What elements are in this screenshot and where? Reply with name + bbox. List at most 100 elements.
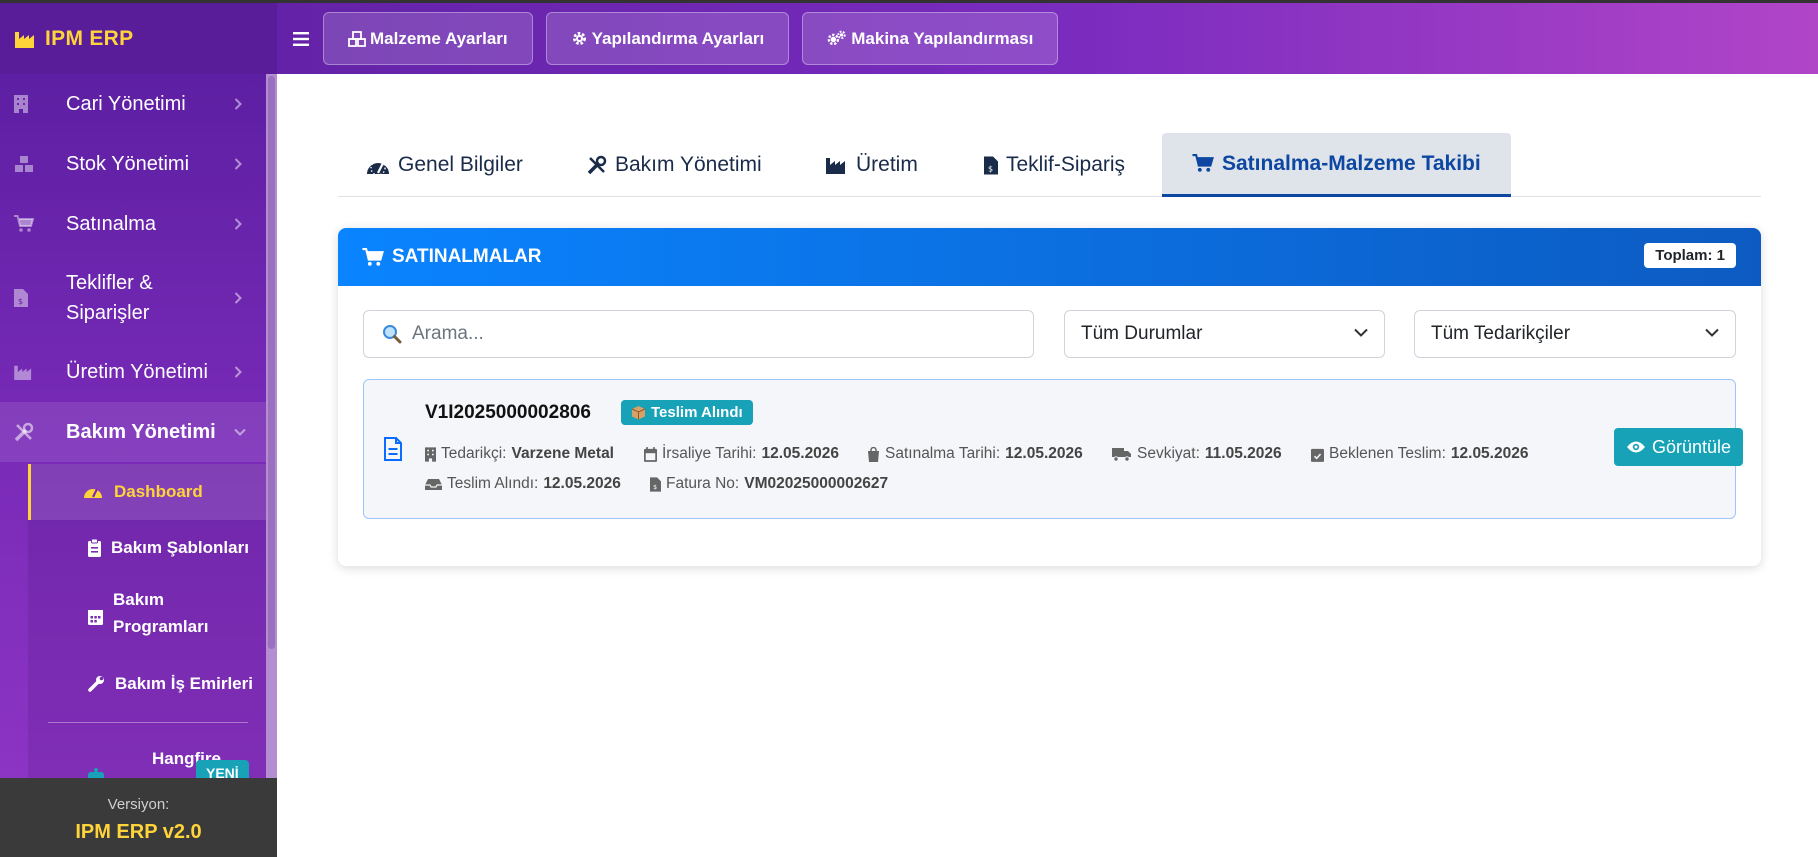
total-badge: Toplam: 1: [1644, 243, 1736, 268]
clipboard-icon: [88, 539, 101, 557]
sidebar-item-cari[interactable]: Cari Yönetimi: [0, 74, 266, 134]
chevron-right-icon: [234, 292, 242, 304]
chevron-down-icon: [1705, 328, 1719, 337]
tab-teklif-siparis[interactable]: $ Teklif-Sipariş: [984, 133, 1125, 197]
sidebar-scroll-thumb[interactable]: [268, 76, 275, 649]
version-label: Versiyon:: [107, 796, 170, 813]
purchase-date-value: 12.05.2026: [1005, 445, 1083, 462]
sidebar-subitem-programlar[interactable]: Bakım Programları: [28, 576, 266, 656]
tools-icon: [14, 422, 34, 442]
received-label: Teslim Alındı:: [447, 475, 539, 492]
sidebar-subitem-is-emirleri[interactable]: Bakım İş Emirleri: [28, 656, 266, 712]
industry-icon: [14, 364, 34, 380]
eye-icon: [1626, 440, 1646, 454]
menu-toggle-icon[interactable]: [281, 31, 321, 46]
status-label: Teslim Alındı: [651, 404, 743, 421]
purchase-list-item[interactable]: V1I2025000002806 Teslim Alındı Tedarikçi…: [363, 379, 1744, 519]
brand-logo[interactable]: IPM ERP: [0, 3, 277, 74]
sidebar-subitem-label: Bakım: [113, 590, 165, 609]
sidebar-item-teklifler[interactable]: $ Teklifler & Siparişler: [0, 254, 266, 342]
tab-satinalma-malzeme-takibi[interactable]: Satınalma-Malzeme Takibi: [1162, 133, 1511, 197]
cart-icon: [362, 247, 384, 267]
configuration-settings-button[interactable]: Yapılandırma Ayarları: [545, 12, 790, 65]
sidebar-subitem-label: Dashboard: [114, 482, 203, 501]
view-button-label: Görüntüle: [1652, 436, 1732, 457]
calendar-check-icon: [1311, 447, 1324, 462]
tab-bar: Genel Bilgiler Bakım Yönetimi Üretim $ T…: [338, 133, 1761, 197]
industry-icon: [15, 30, 37, 48]
svg-text:$: $: [988, 164, 993, 173]
cubes-icon: [348, 30, 366, 47]
tab-label: Teklif-Sipariş: [1006, 153, 1126, 176]
material-settings-label: Malzeme Ayarları: [370, 28, 508, 48]
material-settings-button[interactable]: Malzeme Ayarları: [323, 12, 533, 65]
sidebar-subitem-dashboard[interactable]: Dashboard: [28, 464, 266, 520]
card-header: SATINALMALAR Toplam: 1: [338, 228, 1761, 286]
svg-text:$: $: [653, 484, 657, 491]
sidebar-item-uretim[interactable]: Üretim Yönetimi: [0, 342, 266, 402]
sidebar-item-label: Teklifler &: [66, 272, 153, 294]
sidebar-item-label-line2: Siparişler: [66, 302, 150, 324]
sidebar-item-label: Üretim Yönetimi: [66, 361, 208, 383]
calendar-icon: [88, 608, 103, 625]
invoice-icon: $: [984, 156, 998, 175]
top-navbar: IPM ERP Malzeme Ayarları Yapılandırma Ay…: [0, 3, 1818, 74]
machine-configuration-label: Makina Yapılandırması: [851, 28, 1034, 48]
expected-delivery-field: Beklenen Teslim: 12.05.2026: [1311, 445, 1528, 463]
supplier-filter-value: Tüm Tedarikçiler: [1431, 323, 1571, 344]
brand-name: IPM ERP: [45, 26, 134, 50]
sidebar-subitem-label: Bakım Şablonları: [111, 538, 249, 557]
chevron-down-icon: [1354, 328, 1368, 337]
calendar-icon: [644, 446, 657, 462]
sidebar-item-bakim[interactable]: Bakım Yönetimi: [0, 402, 266, 462]
robot-icon: [86, 768, 106, 778]
irsaliye-label: İrsaliye Tarihi:: [662, 445, 757, 462]
sidebar-subitem-sablonlar[interactable]: Bakım Şablonları: [28, 520, 266, 576]
wrench-icon: [88, 675, 105, 692]
tab-uretim[interactable]: Üretim: [826, 133, 918, 197]
version-footer: Versiyon: IPM ERP v2.0: [0, 778, 277, 857]
sidebar-subitem-label: Bakım İş Emirleri: [115, 674, 253, 693]
received-value: 12.05.2026: [543, 475, 621, 492]
tab-label: Satınalma-Malzeme Takibi: [1222, 151, 1481, 175]
shipment-label: Sevkiyat:: [1137, 445, 1200, 462]
supplier-label: Tedarikçi:: [441, 445, 507, 462]
irsaliye-date-field: İrsaliye Tarihi: 12.05.2026: [644, 445, 839, 463]
purchase-date-field: Satınalma Tarihi: 12.05.2026: [867, 445, 1083, 463]
machine-configuration-button[interactable]: Makina Yapılandırması: [802, 12, 1059, 65]
sidebar-subitem-label-line2: Programları: [113, 617, 209, 636]
sidebar-item-stok[interactable]: Stok Yönetimi: [0, 134, 266, 194]
gear-icon: [571, 30, 588, 47]
invoice-number-field: $ Fatura No: VM02025000002627: [650, 475, 888, 493]
tab-label: Bakım Yönetimi: [615, 153, 762, 176]
tab-label: Üretim: [856, 153, 918, 176]
search-icon: [382, 324, 402, 344]
supplier-filter-select[interactable]: Tüm Tedarikçiler: [1414, 310, 1736, 358]
building-icon: [425, 446, 436, 462]
search-input[interactable]: Arama...: [363, 310, 1034, 358]
svg-text:$: $: [18, 297, 23, 306]
tools-icon: [587, 155, 607, 175]
view-button[interactable]: Görüntüle: [1614, 428, 1744, 466]
expected-delivery-value: 12.05.2026: [1450, 445, 1529, 462]
status-filter-value: Tüm Durumlar: [1081, 323, 1203, 344]
search-placeholder: Arama...: [412, 323, 484, 344]
tab-label: Genel Bilgiler: [398, 153, 523, 176]
purchase-code: V1I2025000002806: [425, 402, 591, 423]
tab-genel-bilgiler[interactable]: Genel Bilgiler: [366, 133, 523, 197]
chevron-down-icon: [234, 428, 246, 436]
tachometer-icon: [83, 483, 103, 499]
sidebar-item-label: Satınalma: [66, 213, 157, 235]
chevron-right-icon: [234, 218, 242, 230]
received-field: Teslim Alındı: 12.05.2026: [425, 475, 621, 493]
expected-delivery-label: Beklenen Teslim:: [1329, 445, 1446, 462]
truck-icon: [1112, 447, 1132, 462]
sidebar-divider: [48, 722, 248, 723]
sidebar-item-satinalma[interactable]: Satınalma: [0, 194, 266, 254]
invoice-icon: $: [14, 289, 28, 307]
status-filter-select[interactable]: Tüm Durumlar: [1064, 310, 1385, 358]
shipment-date-field: Sevkiyat: 11.05.2026: [1112, 445, 1282, 463]
gears-icon: [827, 30, 847, 47]
tab-bakim-yonetimi[interactable]: Bakım Yönetimi: [587, 133, 762, 197]
supplier-value: Varzene Metal: [511, 445, 614, 462]
